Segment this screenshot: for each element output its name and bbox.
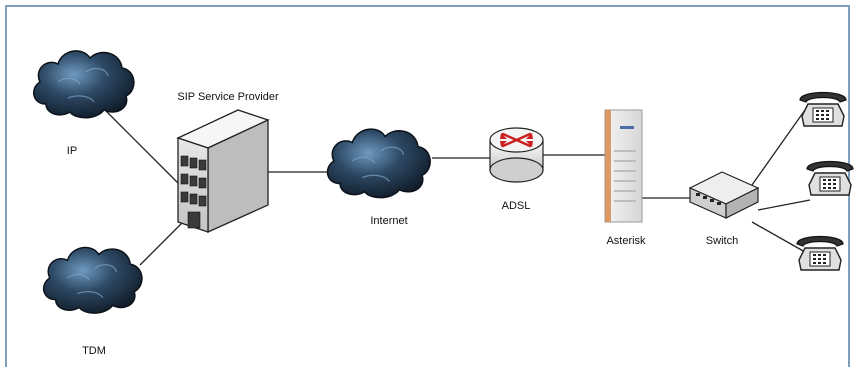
link-switch-phone3 [751, 221, 806, 253]
telephone-icon [806, 160, 854, 196]
link-ip-sip [94, 99, 181, 186]
asterisk-label: Asterisk [606, 235, 646, 247]
pbx-server-icon [604, 109, 643, 223]
telephone-icon [799, 91, 847, 127]
switch-label: Switch [705, 235, 739, 247]
network-switch-icon [688, 171, 760, 219]
adsl-label: ADSL [501, 200, 531, 212]
router-icon [489, 127, 544, 183]
ip-label: IP [66, 145, 78, 157]
link-switch-phone1 [751, 109, 806, 186]
building-icon [176, 109, 270, 234]
sip-provider-label: SIP Service Provider [177, 91, 279, 103]
cloud-icon [33, 50, 135, 119]
tdm-label: TDM [82, 345, 106, 357]
cloud-icon [42, 246, 143, 314]
cloud-icon [326, 128, 431, 199]
telephone-icon [796, 235, 844, 271]
network-diagram [33, 50, 854, 314]
internet-label: Internet [370, 215, 408, 227]
link-switch-phone2 [757, 199, 811, 211]
